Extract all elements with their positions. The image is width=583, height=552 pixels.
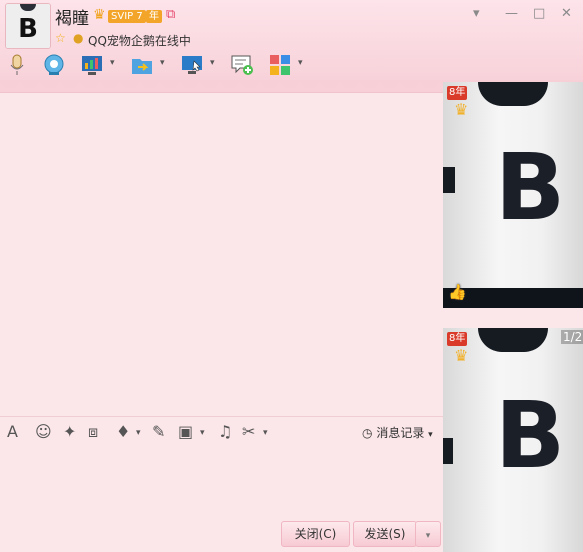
close-button[interactable]: 关闭(C) <box>281 521 350 547</box>
history-dropdown-icon: ▾ <box>428 430 433 440</box>
apps-dropdown-icon[interactable]: ▾ <box>298 58 303 68</box>
apps-grid-icon <box>270 55 290 75</box>
svip-badge[interactable]: SVIP 7 <box>108 10 146 23</box>
input-divider <box>0 416 443 417</box>
remote-desktop-button[interactable] <box>80 53 104 77</box>
pet-penguin-icon: ● <box>73 31 84 45</box>
close-window-button[interactable]: ✕ <box>561 6 572 21</box>
thumbs-up-icon[interactable]: 👍 <box>448 283 467 301</box>
avatar-letter: B <box>18 14 38 44</box>
monitor-cursor-icon <box>182 56 202 74</box>
image-icon[interactable]: ▣ <box>178 422 193 441</box>
send-button[interactable]: 发送(S) <box>353 521 417 547</box>
vip-crown-icon[interactable]: ♛ <box>93 7 106 23</box>
send-file-button[interactable] <box>130 53 154 77</box>
voice-call-button[interactable] <box>5 53 29 77</box>
image-dropdown-icon[interactable]: ▾ <box>200 428 205 438</box>
screen-share-button[interactable] <box>180 53 204 77</box>
page-indicator: 1/2 <box>561 330 583 344</box>
chevron-down-icon: ▾ <box>425 531 431 541</box>
chat-header: B 褐瞳 ♛ SVIP 7 年 ⧉ ☆ ● QQ宠物企鹅在线中 ▾ — □ ✕ … <box>0 0 583 94</box>
photo-sleeve <box>443 438 453 464</box>
message-history-area[interactable] <box>0 93 443 416</box>
font-icon[interactable]: A <box>7 422 18 441</box>
screen-share-dropdown-icon[interactable]: ▾ <box>210 58 215 68</box>
clock-icon: ◷ <box>362 426 373 440</box>
year-badge-top[interactable]: 8年 <box>447 86 468 100</box>
photo-sleeve <box>443 167 455 193</box>
year-badge-bottom[interactable]: 8年 <box>447 332 468 346</box>
magic-wand-icon[interactable]: ✦ <box>63 422 76 441</box>
minimize-button[interactable]: — <box>505 6 518 21</box>
chart-screen-icon <box>82 56 102 75</box>
shake-window-icon[interactable]: ⧈ <box>88 422 98 442</box>
penguin-gold-icon[interactable]: ♛ <box>454 346 468 365</box>
voice-message-dropdown-icon[interactable]: ▾ <box>136 428 141 438</box>
dropdown-arrow-icon[interactable]: ▾ <box>473 6 480 21</box>
webcam-icon <box>44 54 64 75</box>
apps-button[interactable] <box>268 53 292 77</box>
video-call-button[interactable] <box>42 53 66 77</box>
folder-arrow-icon <box>132 59 152 74</box>
photo-shirt-letter: B <box>494 134 566 241</box>
photo-shirt-letter: B <box>494 382 566 489</box>
message-history-button[interactable]: ◷ 消息记录 ▾ <box>362 424 433 441</box>
penguin-gold-icon[interactable]: ♛ <box>454 100 468 119</box>
create-group-button[interactable] <box>230 53 254 77</box>
remote-desktop-dropdown-icon[interactable]: ▾ <box>110 58 115 68</box>
voice-message-icon[interactable]: ♦ <box>116 422 130 441</box>
music-icon[interactable]: ♫ <box>218 422 232 441</box>
screenshot-dropdown-icon[interactable]: ▾ <box>263 428 268 438</box>
message-history-label: 消息记录 <box>376 426 425 440</box>
send-options-dropdown[interactable]: ▾ <box>415 521 441 547</box>
edit-icon[interactable]: ✎ <box>152 422 165 441</box>
microphone-icon <box>10 54 24 75</box>
qq-link-icon[interactable]: ⧉ <box>166 7 175 22</box>
contact-name[interactable]: 褐瞳 <box>55 4 89 29</box>
star-icon[interactable]: ☆ <box>55 31 66 45</box>
screenshot-scissors-icon[interactable]: ✂ <box>242 422 255 441</box>
emoji-icon[interactable]: ☺ <box>35 422 52 441</box>
contact-status: QQ宠物企鹅在线中 <box>88 34 191 48</box>
contact-avatar[interactable]: B <box>5 3 51 49</box>
send-file-dropdown-icon[interactable]: ▾ <box>160 58 165 68</box>
maximize-button[interactable]: □ <box>533 6 545 21</box>
year-badge[interactable]: 年 <box>146 10 162 23</box>
chat-plus-icon <box>231 55 253 75</box>
